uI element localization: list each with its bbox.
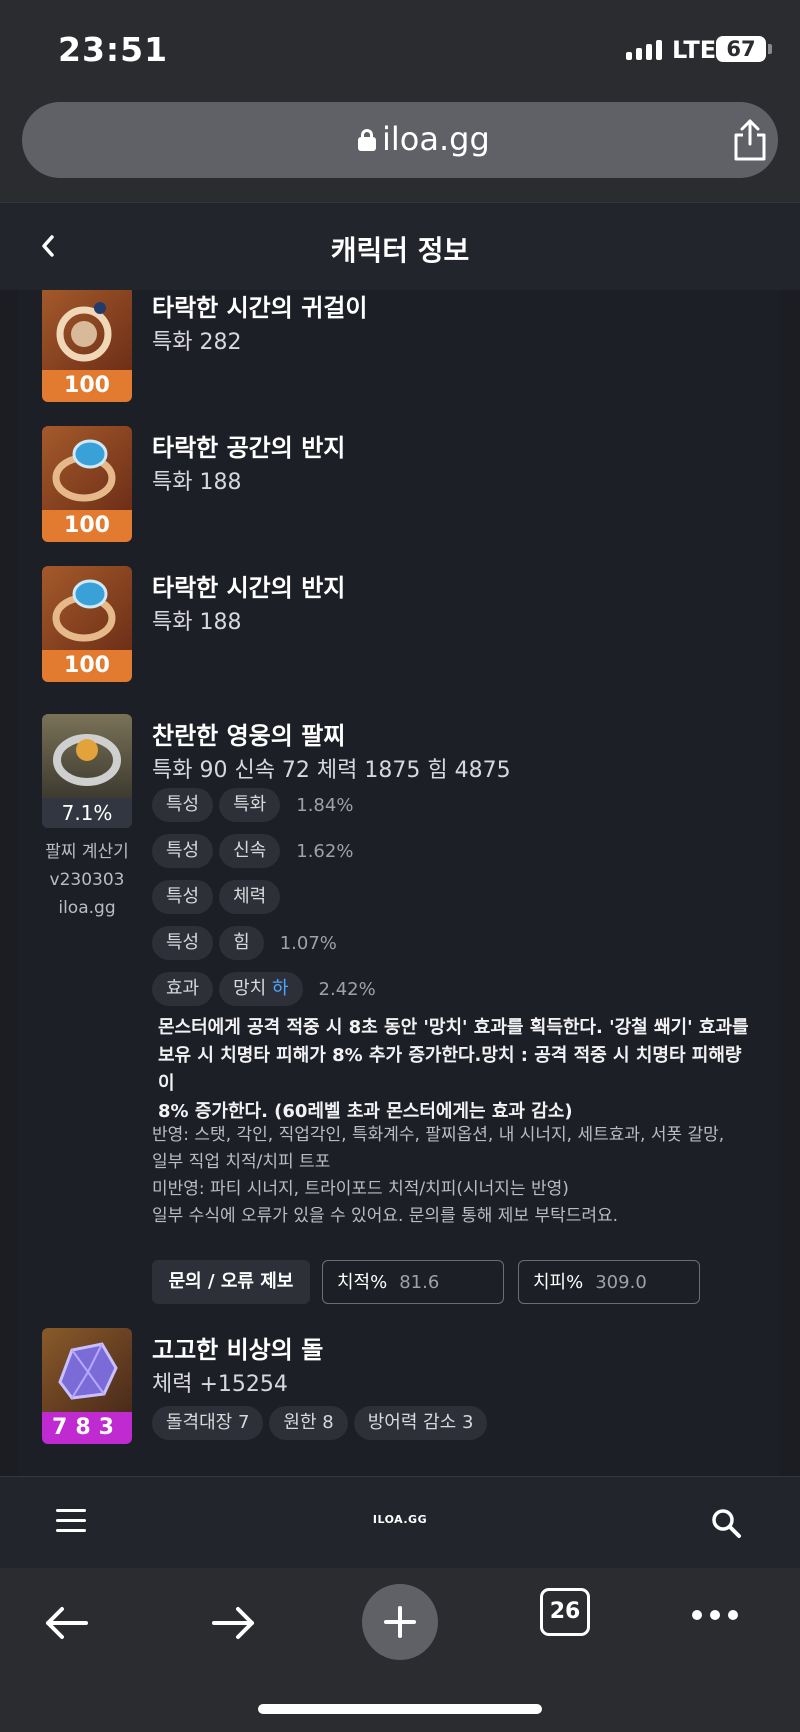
item-thumbnail: 100 <box>42 566 132 682</box>
calc-line: v230303 <box>49 870 125 890</box>
bracelet-percent: 7.1% <box>42 798 132 828</box>
option-name: 체력 <box>219 880 281 914</box>
crit-rate-label: 치적% <box>337 1272 388 1293</box>
option-type: 특성 <box>152 788 214 822</box>
ring-icon <box>42 566 132 650</box>
bracelet-calculator-info: 팔찌 계산기 v230303 iloa.gg <box>42 838 132 922</box>
home-indicator <box>258 1704 542 1714</box>
crit-damage-field[interactable]: 치피% 309.0 <box>518 1260 700 1304</box>
item-name: 찬란한 영웅의 팔찌 <box>152 722 346 750</box>
share-icon[interactable] <box>730 118 770 162</box>
item-thumbnail: 7.1% <box>42 714 132 828</box>
bracelet-icon <box>42 714 132 798</box>
url-text[interactable]: iloa.gg <box>382 120 490 158</box>
item-stat: 특화 90 신속 72 체력 1875 힘 4875 <box>152 758 511 783</box>
item-stat: 특화 188 <box>152 610 242 635</box>
battery-icon: 67 <box>716 36 772 62</box>
crit-damage-value[interactable]: 309.0 <box>595 1272 647 1293</box>
item-stat: 특화 188 <box>152 470 242 495</box>
crit-damage-label: 치피% <box>533 1272 584 1293</box>
forward-arrow-icon[interactable] <box>208 1598 258 1648</box>
inquiry-button[interactable]: 문의 / 오류 제보 <box>152 1260 310 1304</box>
item-level: 100 <box>42 370 132 402</box>
bracelet-option-row: 특성 힘 1.07% <box>152 926 337 960</box>
option-type: 특성 <box>152 926 214 960</box>
bracelet-item: 7.1% 찬란한 영웅의 팔찌 특화 90 신속 72 체력 1875 힘 48… <box>42 714 780 1354</box>
character-equipment-list: 100 타락한 시간의 귀걸이 특화 282 100 타락한 공간의 반지 특화… <box>18 290 780 1476</box>
description-line: 보유 시 치명타 피해가 8% 추가 증가한다.망치 : 공격 적중 시 치명타… <box>158 1045 742 1094</box>
status-bar: 23:51 LTE 67 <box>0 0 800 96</box>
effect-name: 망치 <box>233 978 267 999</box>
bracelet-option-row: 특성 특화 1.84% <box>152 788 353 822</box>
note-line: 일부 수식에 오류가 있을 수 있어요. 문의를 통해 제보 부탁드려요. <box>152 1206 619 1226</box>
app-header: 캐릭터 정보 <box>0 202 800 290</box>
status-time: 23:51 <box>58 30 169 69</box>
option-value: 2.42% <box>318 978 376 1000</box>
bracelet-option-row: 특성 신속 1.62% <box>152 834 353 868</box>
item-thumbnail: 100 <box>42 290 132 402</box>
more-icon[interactable] <box>692 1610 738 1620</box>
browser-toolbar: 26 <box>0 1568 800 1732</box>
option-type: 특성 <box>152 834 214 868</box>
stone-engravings: 돌격대장 7 원한 8 방어력 감소 3 <box>152 1406 493 1440</box>
engraving-badge: 원한 8 <box>269 1406 348 1440</box>
option-value: 1.07% <box>279 932 337 954</box>
item-stat: 특화 282 <box>152 330 242 355</box>
effect-description: 몬스터에게 공격 적중 시 8초 동안 '망치' 효과를 획득한다. '강철 쐐… <box>158 1014 758 1126</box>
item-name: 타락한 시간의 반지 <box>152 574 346 602</box>
item-stat: 체력 +15254 <box>152 1372 288 1397</box>
site-logo[interactable]: ILOA.GG <box>0 1513 800 1526</box>
note-line: 일부 직업 치적/치피 트포 <box>152 1152 331 1172</box>
calc-line: iloa.gg <box>58 898 116 918</box>
app-bottom-nav: ILOA.GG <box>0 1476 800 1568</box>
option-value: 1.84% <box>296 794 354 816</box>
page-title: 캐릭터 정보 <box>330 234 470 267</box>
network-type: LTE <box>672 36 717 64</box>
engraving-badge: 돌격대장 7 <box>152 1406 264 1440</box>
search-icon[interactable] <box>710 1507 742 1539</box>
stone-icon <box>42 1328 132 1412</box>
item-name: 타락한 시간의 귀걸이 <box>152 294 368 322</box>
option-name: 망치 하 <box>219 972 303 1006</box>
bracelet-effect-row: 효과 망치 하 2.42% <box>152 972 376 1006</box>
item-level: 100 <box>42 510 132 542</box>
option-type: 특성 <box>152 880 214 914</box>
earring-icon <box>42 290 132 370</box>
tabs-icon[interactable]: 26 <box>540 1588 590 1636</box>
address-bar[interactable]: iloa.gg <box>22 102 778 178</box>
signal-icon <box>626 40 662 60</box>
bracelet-option-row: 특성 체력 <box>152 880 296 914</box>
item-thumbnail: 783 <box>42 1328 132 1444</box>
ring-icon <box>42 426 132 510</box>
effect-grade: 하 <box>271 978 289 999</box>
browser-url-area: iloa.gg <box>0 96 800 202</box>
option-value: 1.62% <box>296 840 354 862</box>
calculation-notes: 반영: 스탯, 각인, 직업각인, 특화계수, 팔찌옵션, 내 시너지, 세트효… <box>152 1122 772 1230</box>
option-type: 효과 <box>152 972 214 1006</box>
engraving-badge: 방어력 감소 3 <box>353 1406 488 1440</box>
note-line: 반영: 스탯, 각인, 직업각인, 특화계수, 팔찌옵션, 내 시너지, 세트효… <box>152 1125 725 1145</box>
crit-rate-field[interactable]: 치적% 81.6 <box>322 1260 504 1304</box>
lock-icon <box>358 129 376 151</box>
option-name: 신속 <box>219 834 281 868</box>
stone-level: 783 <box>42 1412 132 1444</box>
crit-rate-value[interactable]: 81.6 <box>399 1272 439 1293</box>
option-name: 힘 <box>219 926 264 960</box>
item-name: 고고한 비상의 돌 <box>152 1336 324 1364</box>
calc-line: 팔찌 계산기 <box>45 842 129 862</box>
new-tab-icon[interactable] <box>362 1584 438 1660</box>
item-level: 100 <box>42 650 132 682</box>
back-arrow-icon[interactable] <box>42 1598 92 1648</box>
description-line: 몬스터에게 공격 적중 시 8초 동안 '망치' 효과를 획득한다. '강철 쐐… <box>158 1017 749 1038</box>
note-line: 미반영: 파티 시너지, 트라이포드 치적/치피(시너지는 반영) <box>152 1179 569 1199</box>
item-thumbnail: 100 <box>42 426 132 542</box>
option-name: 특화 <box>219 788 281 822</box>
item-name: 타락한 공간의 반지 <box>152 434 346 462</box>
